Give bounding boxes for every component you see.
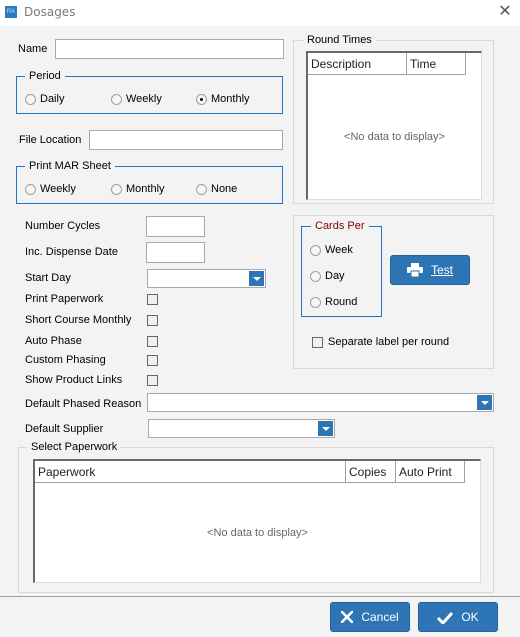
column-header-description[interactable]: Description <box>308 53 407 74</box>
column-header-paperwork[interactable]: Paperwork <box>35 461 346 482</box>
no-data-text: <No data to display> <box>207 527 308 539</box>
x-icon <box>341 611 354 623</box>
radio-circle <box>111 93 122 105</box>
default-supplier-label: Default Supplier <box>25 423 104 435</box>
number-cycles-input[interactable] <box>146 216 205 237</box>
radio-circle <box>196 183 207 195</box>
print-mar-sheet-legend: Print MAR Sheet <box>25 160 115 172</box>
default-phased-reason-label: Default Phased Reason <box>25 398 142 410</box>
radio-circle <box>310 296 321 308</box>
radio-circle <box>25 183 36 195</box>
mar-radio-monthly[interactable]: Monthly <box>111 183 165 195</box>
window-title: Dosages <box>24 5 76 19</box>
default-phased-reason-select[interactable] <box>147 393 494 412</box>
printer-icon <box>406 263 423 277</box>
radio-circle-checked <box>196 93 207 105</box>
custom-phasing-checkbox[interactable] <box>147 355 158 366</box>
period-legend: Period <box>25 70 65 82</box>
chevron-down-icon[interactable] <box>249 271 264 286</box>
start-day-select[interactable] <box>147 269 266 288</box>
name-input[interactable] <box>55 39 284 59</box>
show-product-links-label: Show Product Links <box>25 374 123 386</box>
radio-label: Round <box>325 296 358 308</box>
file-location-label: File Location <box>19 134 82 146</box>
radio-label: Monthly <box>126 183 165 195</box>
period-radio-monthly[interactable]: Monthly <box>196 93 250 105</box>
number-cycles-label: Number Cycles <box>25 220 101 232</box>
no-data-text: <No data to display> <box>344 131 445 143</box>
mar-radio-none[interactable]: None <box>196 183 237 195</box>
test-button[interactable]: Test <box>390 255 470 285</box>
auto-phase-label: Auto Phase <box>25 335 82 347</box>
chevron-down-icon[interactable] <box>477 395 492 410</box>
grid-header: Paperwork Copies Auto Print <box>35 461 465 483</box>
period-radio-weekly[interactable]: Weekly <box>111 93 162 105</box>
ok-button[interactable]: OK <box>418 602 498 632</box>
short-course-monthly-checkbox[interactable] <box>147 315 158 326</box>
print-paperwork-checkbox[interactable] <box>147 294 158 305</box>
mar-radio-weekly[interactable]: Weekly <box>25 183 76 195</box>
column-header-copies[interactable]: Copies <box>346 461 396 482</box>
test-button-label: Test <box>430 263 453 277</box>
cards-per-radio-day[interactable]: Day <box>310 270 345 282</box>
column-header-auto-print[interactable]: Auto Print <box>396 461 465 482</box>
radio-circle <box>310 270 321 282</box>
start-day-label: Start Day <box>25 272 71 284</box>
print-paperwork-label: Print Paperwork <box>25 293 104 305</box>
title-bar: RX Dosages ✕ <box>0 0 520 26</box>
separate-label-label: Separate label per round <box>328 336 450 348</box>
show-product-links-checkbox[interactable] <box>147 375 158 386</box>
rx-icon: RX <box>5 6 17 18</box>
custom-phasing-label: Custom Phasing <box>25 354 106 366</box>
inc-dispense-date-input[interactable] <box>146 242 205 263</box>
radio-label: Monthly <box>211 93 250 105</box>
round-times-legend: Round Times <box>303 34 376 46</box>
radio-label: Daily <box>40 93 65 105</box>
inc-dispense-date-label: Inc. Dispense Date <box>25 246 118 258</box>
cards-per-radio-week[interactable]: Week <box>310 244 353 256</box>
grid-header: Description Time <box>308 53 466 75</box>
short-course-monthly-label: Short Course Monthly <box>25 314 132 326</box>
radio-circle <box>25 93 36 105</box>
ok-button-label: OK <box>461 610 479 624</box>
chevron-down-icon[interactable] <box>318 421 333 436</box>
default-supplier-select[interactable] <box>148 419 335 438</box>
select-paperwork-legend: Select Paperwork <box>27 441 122 453</box>
checkmark-icon <box>437 611 454 624</box>
cards-per-radio-round[interactable]: Round <box>310 296 357 308</box>
radio-circle <box>310 244 321 256</box>
cancel-button-label: Cancel <box>361 610 399 624</box>
separate-label-checkbox[interactable] <box>312 337 323 348</box>
file-location-input[interactable] <box>89 130 283 150</box>
period-radio-daily[interactable]: Daily <box>25 93 64 105</box>
radio-circle <box>111 183 122 195</box>
footer-divider <box>0 596 520 597</box>
round-times-grid[interactable]: Description Time <No data to display> <box>306 51 482 200</box>
radio-label: Weekly <box>126 93 162 105</box>
cards-per-legend: Cards Per <box>311 220 369 232</box>
name-label: Name <box>18 43 48 55</box>
radio-label: Week <box>325 244 353 256</box>
cancel-button[interactable]: Cancel <box>330 602 410 632</box>
paperwork-grid[interactable]: Paperwork Copies Auto Print <No data to … <box>33 459 481 583</box>
radio-label: Weekly <box>40 183 76 195</box>
radio-label: None <box>211 183 238 195</box>
close-icon[interactable]: ✕ <box>494 1 516 23</box>
radio-label: Day <box>325 270 345 282</box>
auto-phase-checkbox[interactable] <box>147 336 158 347</box>
column-header-time[interactable]: Time <box>407 53 466 74</box>
